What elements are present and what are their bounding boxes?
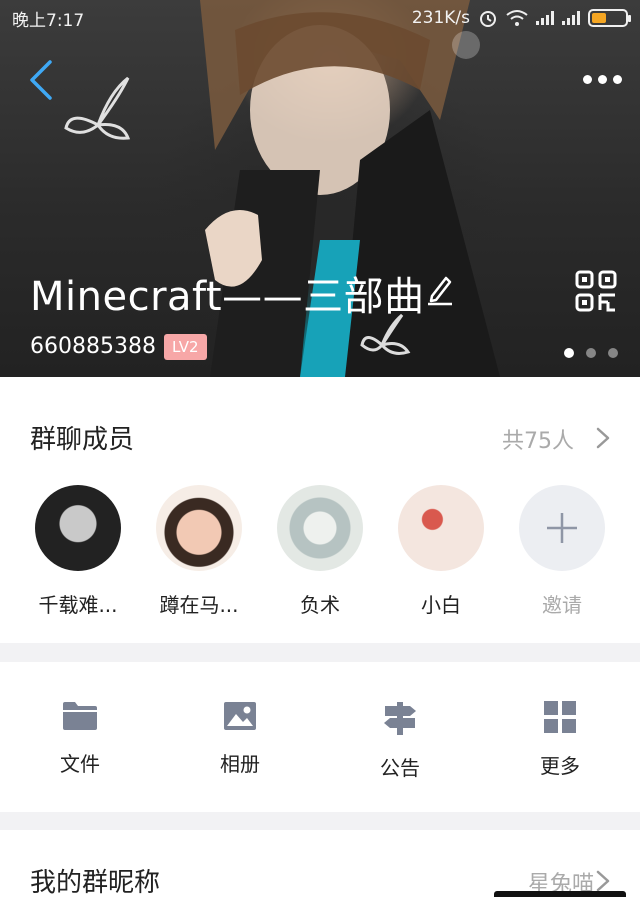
member-name: 千载难... xyxy=(38,593,118,617)
invite-label: 邀请 xyxy=(542,593,582,617)
back-button[interactable] xyxy=(22,58,62,102)
members-section: 群聊成员 共75人 千载难... 蹲在马... 负术 小白 邀请 xyxy=(0,377,640,643)
group-name: Minecraft——三部曲 xyxy=(30,274,425,320)
dot-icon xyxy=(612,74,622,84)
alarm-icon xyxy=(480,11,496,27)
status-bar: 晚上7:17 231K/s xyxy=(0,0,640,36)
nickname-title: 我的群昵称 xyxy=(30,868,161,897)
member-name: 小白 xyxy=(421,593,461,617)
chevron-right-icon xyxy=(596,870,610,892)
page-dot xyxy=(608,348,618,358)
edit-name-icon[interactable] xyxy=(424,272,454,306)
invite-avatar xyxy=(519,485,605,571)
avatar xyxy=(35,485,121,571)
invite-button[interactable]: 邀请 xyxy=(507,485,617,618)
member-count[interactable]: 共75人 xyxy=(502,423,574,455)
member-item[interactable]: 蹲在马... xyxy=(144,485,254,618)
signal-icon xyxy=(536,11,554,25)
more-tools-button[interactable]: 更多 xyxy=(510,700,610,779)
signpost-icon xyxy=(384,702,416,735)
plus-icon xyxy=(547,513,577,543)
member-item[interactable]: 千载难... xyxy=(23,485,133,618)
status-time: 晚上7:17 xyxy=(12,10,85,31)
my-nickname-row[interactable]: 我的群昵称 星兔喵 xyxy=(0,830,640,897)
members-title: 群聊成员 xyxy=(30,425,135,455)
folder-icon xyxy=(63,702,97,730)
signal-icon-2 xyxy=(562,11,580,25)
dot-icon xyxy=(582,74,592,84)
image-icon xyxy=(224,702,256,730)
tools-section: 文件 相册 公告 更多 xyxy=(0,662,640,812)
grid-icon xyxy=(544,701,576,733)
group-level-badge: LV2 xyxy=(164,334,207,360)
tool-label: 相册 xyxy=(220,752,260,776)
tool-label: 更多 xyxy=(540,754,580,778)
album-button[interactable]: 相册 xyxy=(190,700,290,777)
avatar xyxy=(398,485,484,571)
group-id: 660885388 xyxy=(30,334,156,359)
more-options-button[interactable] xyxy=(578,64,626,94)
group-cover[interactable]: 晚上7:17 231K/s Minecraft——三部曲 660885388 L… xyxy=(0,0,640,377)
member-name: 蹲在马... xyxy=(159,593,239,617)
wifi-icon xyxy=(506,10,528,26)
member-item[interactable]: 小白 xyxy=(386,485,496,618)
avatar xyxy=(277,485,363,571)
member-item[interactable]: 负术 xyxy=(265,485,375,618)
tool-label: 文件 xyxy=(60,752,100,776)
dot-icon xyxy=(597,74,607,84)
status-icons: 231K/s xyxy=(411,8,631,28)
page-dot xyxy=(564,348,574,358)
home-indicator xyxy=(494,891,626,897)
battery-icon xyxy=(588,9,631,27)
files-button[interactable]: 文件 xyxy=(30,700,130,777)
member-name: 负术 xyxy=(300,593,340,617)
announcement-button[interactable]: 公告 xyxy=(350,700,450,781)
cover-pagination xyxy=(564,348,618,358)
avatar xyxy=(156,485,242,571)
tool-label: 公告 xyxy=(380,756,420,780)
qr-code-icon[interactable] xyxy=(575,270,617,312)
page-dot xyxy=(586,348,596,358)
network-speed: 231K/s xyxy=(411,8,470,28)
chevron-right-icon[interactable] xyxy=(596,427,610,449)
